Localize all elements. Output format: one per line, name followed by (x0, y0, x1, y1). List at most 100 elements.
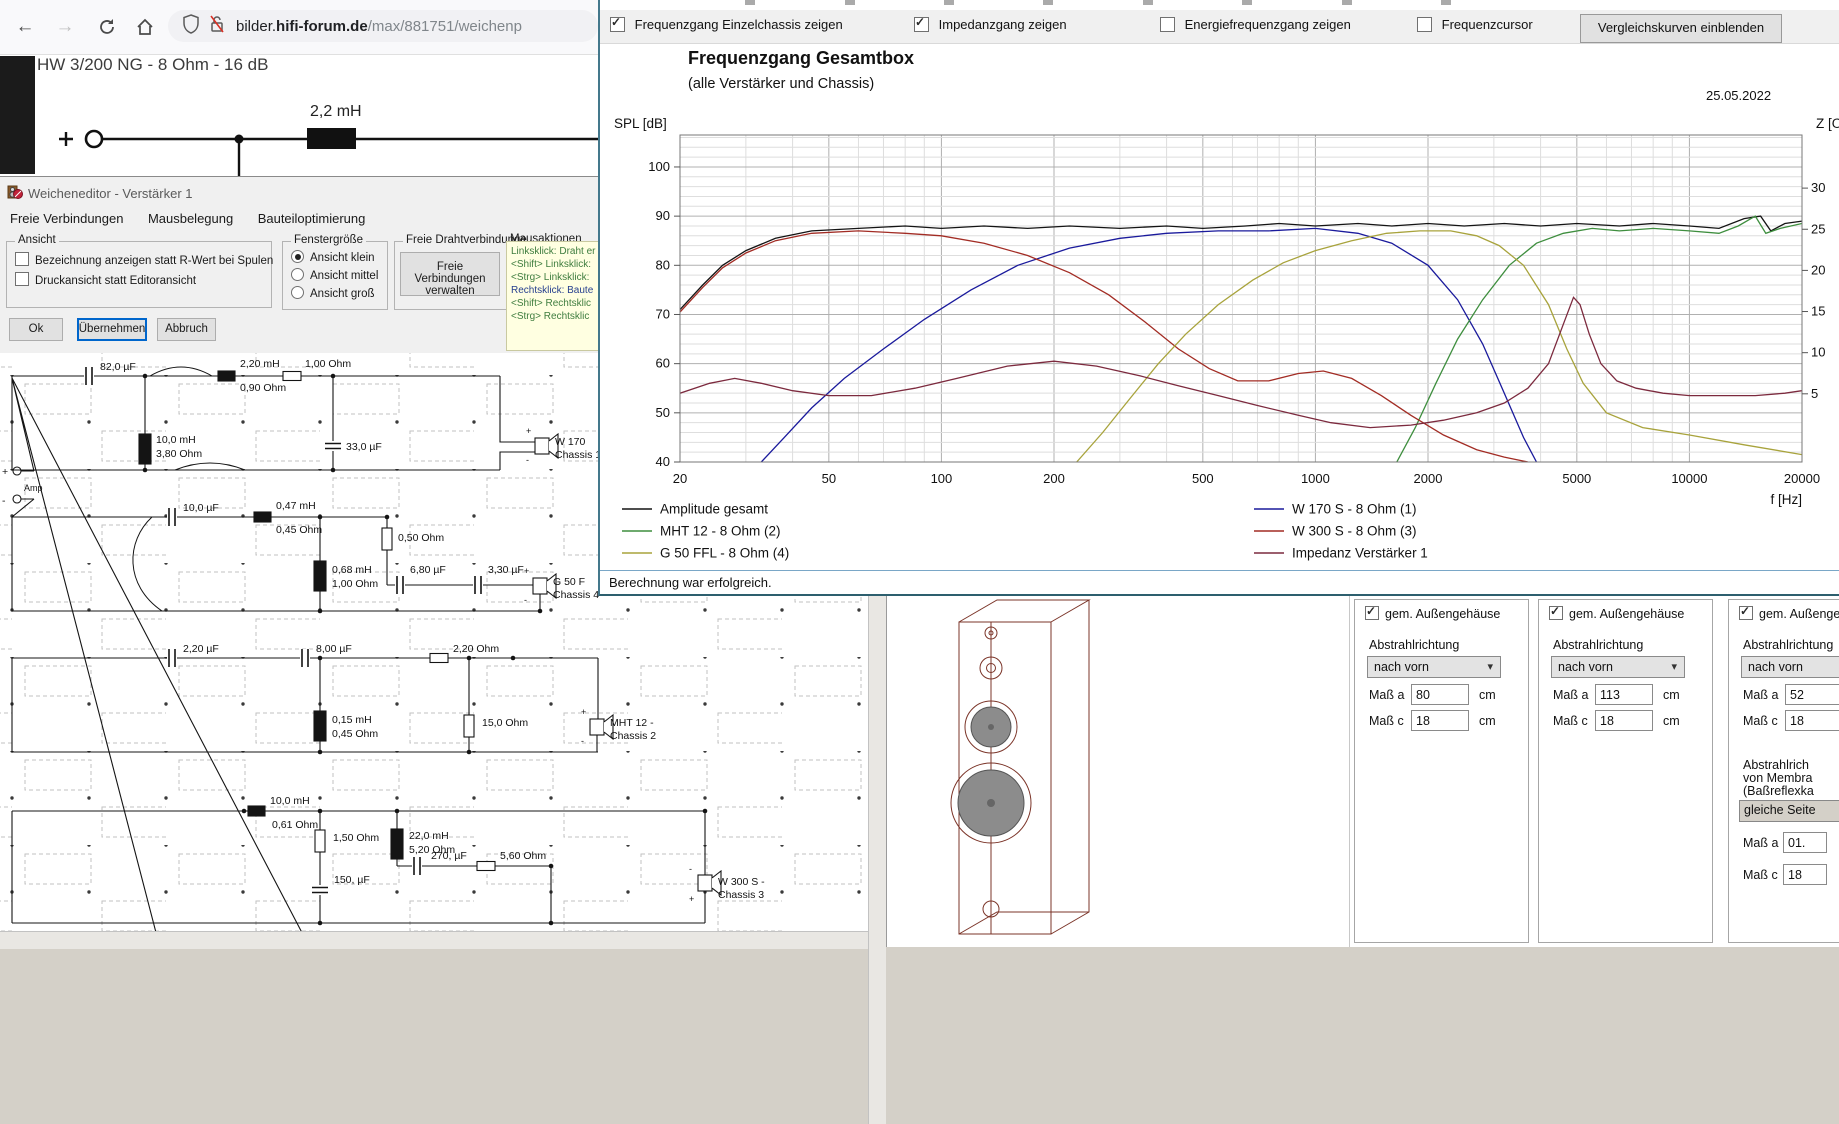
home-icon[interactable] (132, 14, 158, 40)
svg-text:1,00 Ohm: 1,00 Ohm (305, 358, 351, 370)
masz-c-input-2[interactable]: 18 (1595, 710, 1653, 731)
radio-ansicht-gross[interactable]: Ansicht groß (291, 286, 375, 300)
svg-text:W 170 S - 8 Ohm (1): W 170 S - 8 Ohm (1) (1292, 502, 1417, 517)
ok-button[interactable]: Ok (9, 318, 63, 341)
svg-text:8,00 µF: 8,00 µF (316, 643, 352, 655)
masz-a-label-1: Maß a (1369, 688, 1404, 702)
svg-text:60: 60 (656, 356, 670, 371)
svg-text:5000: 5000 (1562, 471, 1591, 486)
menu-bar: Freie Verbindungen Mausbelegung Bauteilo… (0, 207, 598, 231)
menu-freie-verbindungen[interactable]: Freie Verbindungen (0, 207, 133, 226)
svg-text:W 300 S -: W 300 S - (718, 876, 765, 888)
extra-masz-c-label: Maß c (1743, 868, 1778, 882)
menu-bauteiloptimierung[interactable]: Bauteiloptimierung (248, 207, 376, 226)
gehause-checkbox-1[interactable]: gem. Außengehäuse (1365, 606, 1500, 621)
svg-text:33,0 µF: 33,0 µF (346, 441, 382, 453)
svg-text:1,50 Ohm: 1,50 Ohm (333, 832, 379, 844)
svg-text:150, µF: 150, µF (334, 874, 370, 886)
reload-icon[interactable] (94, 14, 120, 40)
svg-text:50: 50 (822, 471, 836, 486)
svg-text:2,2 mH: 2,2 mH (310, 103, 362, 120)
masz-c-input-1[interactable]: 18 (1411, 710, 1469, 731)
masz-c-input-3[interactable]: 18 (1785, 710, 1839, 731)
svg-text:Impedanz Verstärker 1: Impedanz Verstärker 1 (1292, 546, 1428, 561)
radio-ansicht-klein[interactable]: Ansicht klein (291, 250, 375, 264)
membran-line-2: von Membra (1743, 771, 1812, 785)
uebernehmen-button[interactable]: Übernehmen (77, 318, 147, 341)
chassis-panel-3: gem. Außengehäuse Abstrahlrichtung nach … (1728, 599, 1839, 943)
abstrahlrichtung-label-2: Abstrahlrichtung (1553, 638, 1643, 652)
svg-text:22,0 mH: 22,0 mH (409, 830, 449, 842)
svg-text:2,20 mH: 2,20 mH (240, 358, 280, 370)
svg-text:Chassis 1: Chassis 1 (555, 449, 601, 461)
svg-text:10: 10 (1811, 345, 1825, 360)
url-bar[interactable]: bilder.hifi-forum.de/max/881751/weichenp (168, 10, 598, 42)
unit-a-1: cm (1479, 688, 1496, 702)
svg-text:+: + (689, 894, 694, 904)
svg-text:3,80 Ohm: 3,80 Ohm (156, 448, 202, 460)
abbruch-button[interactable]: Abbruch (157, 318, 216, 341)
lock-disabled-icon[interactable] (208, 14, 226, 39)
svg-text:10,0 mH: 10,0 mH (270, 795, 310, 807)
svg-text:G 50 F: G 50 F (553, 576, 585, 588)
svg-text:270, µF: 270, µF (431, 850, 467, 862)
radio-ansicht-mittel[interactable]: Ansicht mittel (291, 268, 378, 282)
status-bar: Berechnung war erfolgreich. (600, 570, 1839, 594)
forward-icon[interactable]: → (52, 14, 78, 40)
gehause-checkbox-2[interactable]: gem. Außengehäuse (1549, 606, 1684, 621)
abstrahlrichtung-select-3[interactable]: nach vorn▾ (1741, 656, 1839, 678)
gleiche-seite-button[interactable]: gleiche Seite (1739, 800, 1839, 822)
svg-text:1000: 1000 (1301, 471, 1330, 486)
masz-a-label-3: Maß a (1743, 688, 1778, 702)
back-icon[interactable]: ← (12, 14, 38, 40)
browser-circuit-image: 2,2 mH (0, 56, 598, 176)
svg-text:2,20 µF: 2,20 µF (183, 643, 219, 655)
horizontal-scrollbar[interactable] (0, 931, 868, 949)
speaker-drawing-pane (886, 596, 1350, 947)
svg-text:0,61 Ohm: 0,61 Ohm (272, 819, 318, 831)
svg-text:0,45 Ohm: 0,45 Ohm (276, 524, 322, 536)
svg-text:6,80 µF: 6,80 µF (410, 564, 446, 576)
svg-text:Amp: Amp (24, 483, 43, 493)
svg-text:15: 15 (1811, 304, 1825, 319)
abstrahlrichtung-select-1[interactable]: nach vorn▾ (1367, 656, 1501, 678)
membran-line-3: (Baßreflexka (1743, 784, 1814, 798)
svg-text:-: - (524, 595, 527, 605)
checkbox-bezeichnung[interactable]: Bezeichnung anzeigen statt R-Wert bei Sp… (15, 252, 273, 267)
chassis-panel-1: gem. Außengehäuse Abstrahlrichtung nach … (1354, 599, 1529, 943)
checkbox-druckansicht[interactable]: Druckansicht statt Editoransicht (15, 272, 196, 287)
svg-text:0,50 Ohm: 0,50 Ohm (398, 532, 444, 544)
svg-text:70: 70 (656, 306, 670, 321)
unit-a-2: cm (1663, 688, 1680, 702)
svg-text:0,45 Ohm: 0,45 Ohm (332, 728, 378, 740)
masz-a-input-1[interactable]: 80 (1411, 684, 1469, 705)
group-fenstergroesse: Fenstergröße Ansicht klein Ansicht mitte… (282, 241, 388, 310)
masz-c-label-2: Maß c (1553, 714, 1588, 728)
unit-c-1: cm (1479, 714, 1496, 728)
freie-verbindungen-verwalten-button[interactable]: Freie Verbindungenverwalten (400, 252, 500, 296)
extra-masz-c-input[interactable]: 18 (1783, 864, 1827, 885)
svg-text:G 50 FFL - 8 Ohm (4): G 50 FFL - 8 Ohm (4) (660, 546, 789, 561)
masz-a-input-2[interactable]: 113 (1595, 684, 1653, 705)
abstrahlrichtung-label-3: Abstrahlrichtung (1743, 638, 1833, 652)
svg-text:10,0 µF: 10,0 µF (183, 502, 219, 514)
chassis-panel-2: gem. Außengehäuse Abstrahlrichtung nach … (1538, 599, 1713, 943)
svg-text:0,47 mH: 0,47 mH (276, 500, 316, 512)
extra-masz-a-label: Maß a (1743, 836, 1778, 850)
shield-icon[interactable] (182, 14, 200, 39)
svg-text:25: 25 (1811, 221, 1825, 236)
svg-text:Chassis 3: Chassis 3 (718, 889, 764, 901)
chart-plot: 2050100200500100020005000100002000010090… (600, 0, 1839, 570)
gehause-checkbox-3[interactable]: gem. Außengehäuse (1739, 606, 1839, 621)
menu-mausbelegung[interactable]: Mausbelegung (138, 207, 243, 226)
abstrahlrichtung-select-2[interactable]: nach vorn▾ (1551, 656, 1685, 678)
extra-masz-a-input[interactable]: 01. (1783, 832, 1827, 853)
svg-text:+: + (526, 426, 531, 436)
svg-text:20: 20 (673, 471, 687, 486)
svg-text:20: 20 (1811, 262, 1825, 277)
masz-a-input-3[interactable]: 52 (1785, 684, 1839, 705)
svg-text:15,0 Ohm: 15,0 Ohm (482, 717, 528, 729)
svg-text:50: 50 (656, 405, 670, 420)
window-title: Weicheneditor - Verstärker 1 (28, 186, 193, 201)
frequenzgang-window: Frequenzgang Einzelchassis zeigen Impeda… (598, 0, 1839, 596)
